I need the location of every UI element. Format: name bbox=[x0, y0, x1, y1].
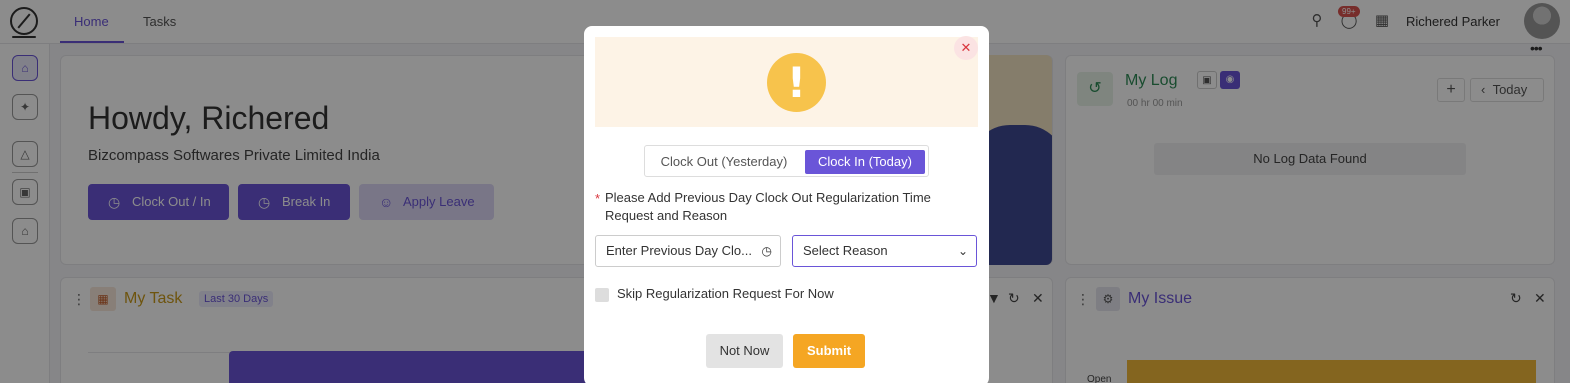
exclamation-icon: ! bbox=[767, 53, 826, 112]
reason-select[interactable]: Select Reason ⌄ bbox=[792, 235, 977, 267]
previous-day-time-input[interactable]: Enter Previous Day Clo... ◷ bbox=[595, 235, 781, 267]
skip-regularization-checkbox[interactable] bbox=[595, 288, 609, 302]
required-marker: * bbox=[595, 191, 601, 206]
close-icon[interactable]: ✕ bbox=[954, 36, 978, 60]
skip-regularization-label[interactable]: Skip Regularization Request For Now bbox=[617, 286, 834, 301]
submit-button[interactable]: Submit bbox=[793, 334, 865, 368]
exclamation-mark: ! bbox=[786, 58, 807, 107]
warning-banner: ! bbox=[595, 37, 978, 127]
chevron-down-icon: ⌄ bbox=[957, 244, 968, 258]
instruction-text: Please Add Previous Day Clock Out Regula… bbox=[605, 190, 931, 223]
reason-select-value: Select Reason bbox=[803, 243, 888, 258]
not-now-button[interactable]: Not Now bbox=[706, 334, 783, 368]
regularization-modal: ! ✕ Clock Out (Yesterday) Clock In (Toda… bbox=[584, 26, 989, 383]
time-input-placeholder: Enter Previous Day Clo... bbox=[606, 243, 752, 258]
segment-clock-out-yesterday[interactable]: Clock Out (Yesterday) bbox=[649, 150, 799, 174]
segment-clock-in-today[interactable]: Clock In (Today) bbox=[805, 150, 925, 174]
clock-icon[interactable]: ◷ bbox=[762, 236, 772, 266]
clock-segment-control: Clock Out (Yesterday) Clock In (Today) bbox=[644, 145, 929, 177]
